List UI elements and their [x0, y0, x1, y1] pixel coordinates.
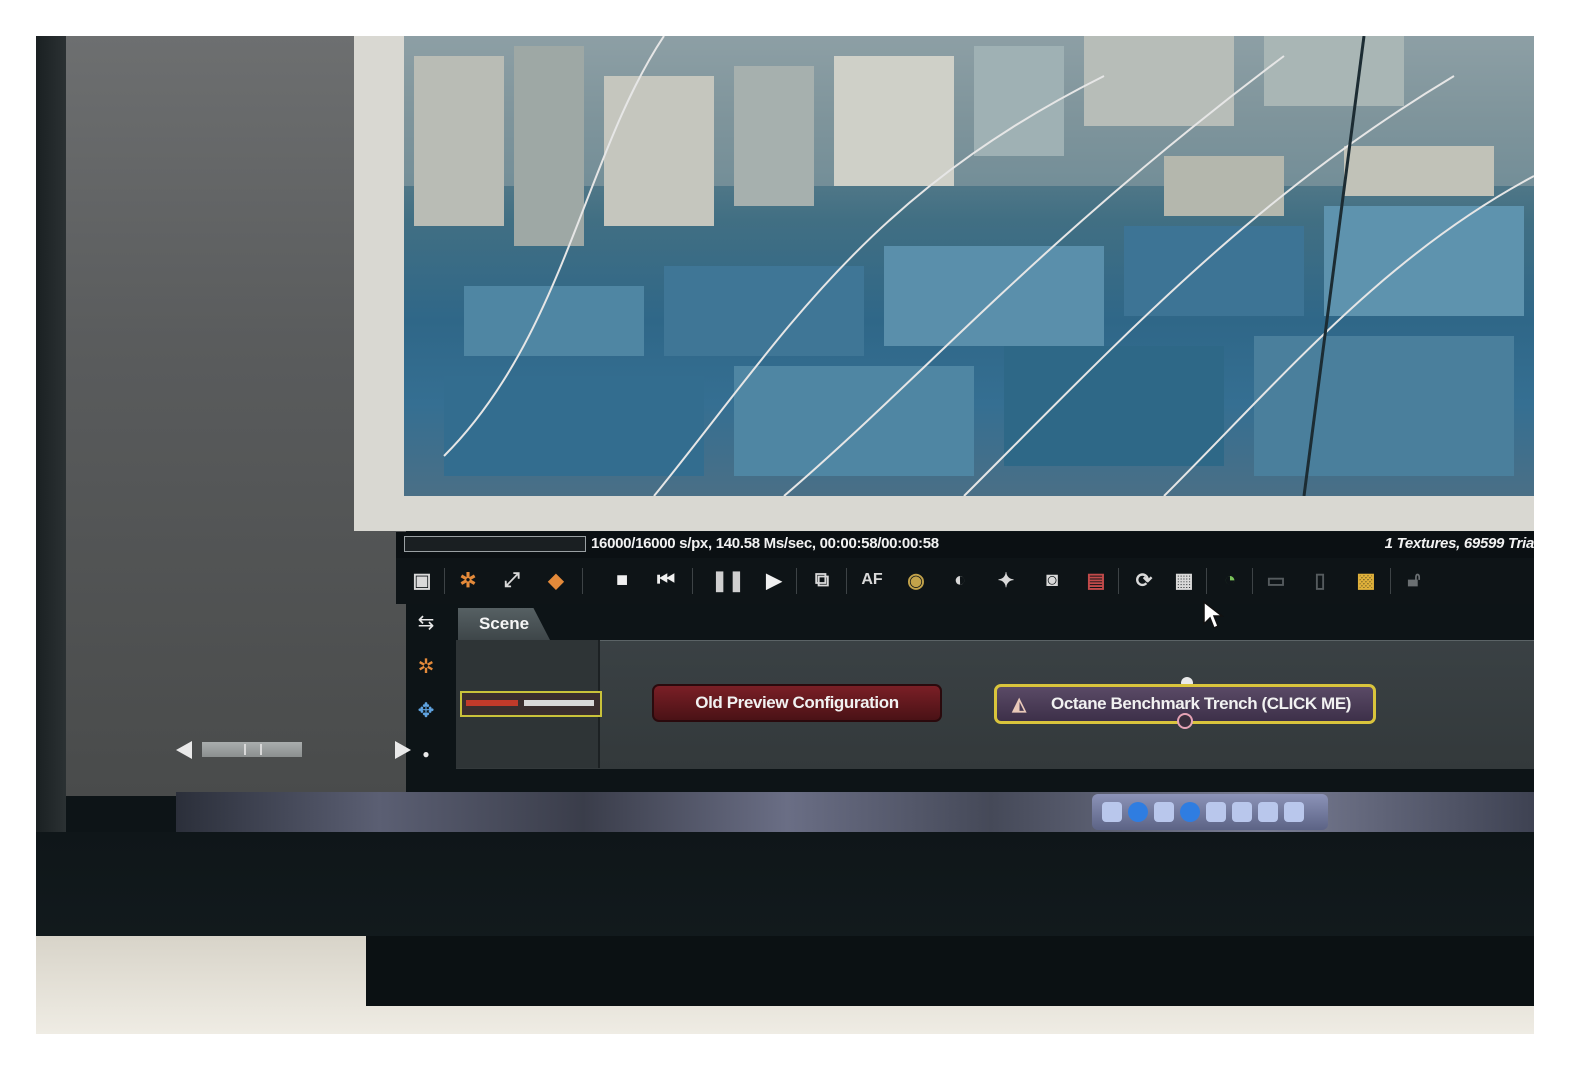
lock-icon[interactable]: 🔓︎: [1400, 566, 1428, 594]
paste-icon[interactable]: ▯: [1306, 566, 1334, 594]
item-bar: [524, 700, 594, 706]
toolbar-separator: [692, 568, 693, 594]
octane-node-label: Octane Benchmark Trench (CLICK ME): [1051, 694, 1352, 713]
trash-icon[interactable]: [1284, 802, 1304, 822]
tab-scene[interactable]: Scene: [458, 608, 550, 640]
safari-icon[interactable]: [1128, 802, 1148, 822]
scroll-left-arrow-icon[interactable]: [176, 741, 192, 759]
play-icon[interactable]: ▶: [760, 566, 788, 594]
checkerboard-icon[interactable]: ▩: [1352, 566, 1380, 594]
app-icon[interactable]: [1154, 802, 1174, 822]
horizontal-scrollbar[interactable]: [176, 739, 411, 761]
rewind-icon[interactable]: ⏮: [652, 566, 680, 594]
render-image: [404, 36, 1534, 496]
region-icon[interactable]: ⧉: [808, 566, 836, 594]
graph-icon[interactable]: ✥: [412, 696, 440, 724]
photo: 16000/16000 s/px, 140.58 Ms/sec, 00:00:5…: [36, 36, 1534, 1034]
render-stats: 16000/16000 s/px, 140.58 Ms/sec, 00:00:5…: [591, 535, 939, 552]
dot-icon[interactable]: ●: [412, 740, 440, 768]
image-icon[interactable]: ▣: [408, 566, 436, 594]
toolbar-separator: [796, 568, 797, 594]
folder-icon[interactable]: [1232, 802, 1252, 822]
render-toolbar: ▣ ✲ ⤢ ◆ ■ ⏮ ❚❚ ▶ ⧉ AF ◉ ◐ ✦ ◙ ▤ ⟳ ▦ ◔ ▭ …: [396, 558, 1534, 604]
target-icon[interactable]: ✲: [454, 566, 482, 594]
toolbar-separator: [1118, 568, 1119, 594]
refresh-icon[interactable]: ⟳: [1130, 566, 1158, 594]
toolbar-separator: [1206, 568, 1207, 594]
pause-icon[interactable]: ❚❚: [711, 566, 745, 594]
stop-icon[interactable]: ■: [608, 566, 636, 594]
scene-stats: 1 Textures, 69599 Tria: [1384, 535, 1534, 552]
render-progress-bar: [404, 536, 586, 552]
render-viewport[interactable]: [404, 36, 1534, 496]
toolbar-separator: [846, 568, 847, 594]
dock: [1092, 794, 1328, 830]
render-status-bar: 16000/16000 s/px, 140.58 Ms/sec, 00:00:5…: [396, 532, 1534, 558]
sphere-icon[interactable]: ◐: [946, 566, 974, 594]
color-icon[interactable]: ◉: [902, 566, 930, 594]
finder-icon[interactable]: [1102, 802, 1122, 822]
toolbar-separator: [444, 568, 445, 594]
old-preview-node[interactable]: Old Preview Configuration: [652, 684, 942, 722]
item-bar: [466, 700, 518, 706]
light-icon[interactable]: ✦: [992, 566, 1020, 594]
copy-icon[interactable]: ▭: [1262, 566, 1290, 594]
gauge-icon[interactable]: ◔: [1216, 566, 1244, 594]
laptop-hinge: [366, 936, 1534, 1006]
mouse-cursor-icon: [1203, 600, 1224, 630]
node-output-pin[interactable]: [1177, 713, 1193, 729]
toolbar-separator: [1390, 568, 1391, 594]
checker-icon[interactable]: ▦: [1170, 566, 1198, 594]
material-icon: ◭: [1012, 693, 1026, 714]
link-icon[interactable]: ⇆: [412, 608, 440, 636]
af-icon[interactable]: AF: [858, 566, 886, 594]
screen-bezel: [36, 832, 1534, 942]
toolbar-separator: [582, 568, 583, 594]
cube-icon[interactable]: ◆: [542, 566, 570, 594]
folder-icon[interactable]: [1258, 802, 1278, 822]
app-icon[interactable]: [1180, 802, 1200, 822]
outliner-item[interactable]: [460, 691, 602, 717]
scroll-thumb[interactable]: [202, 742, 302, 757]
camera-icon[interactable]: ◙: [1038, 566, 1066, 594]
node-side-toolbar: ⇆ ✲ ✥ ●: [408, 608, 444, 808]
app-icon[interactable]: [1206, 802, 1226, 822]
toolbar-separator: [1252, 568, 1253, 594]
target-icon[interactable]: ✲: [412, 652, 440, 680]
grip-icon: [244, 744, 262, 755]
expand-icon[interactable]: ⤢: [498, 566, 526, 594]
desktop-wallpaper-strip: [176, 792, 1534, 832]
material-icon[interactable]: ▤: [1082, 566, 1110, 594]
